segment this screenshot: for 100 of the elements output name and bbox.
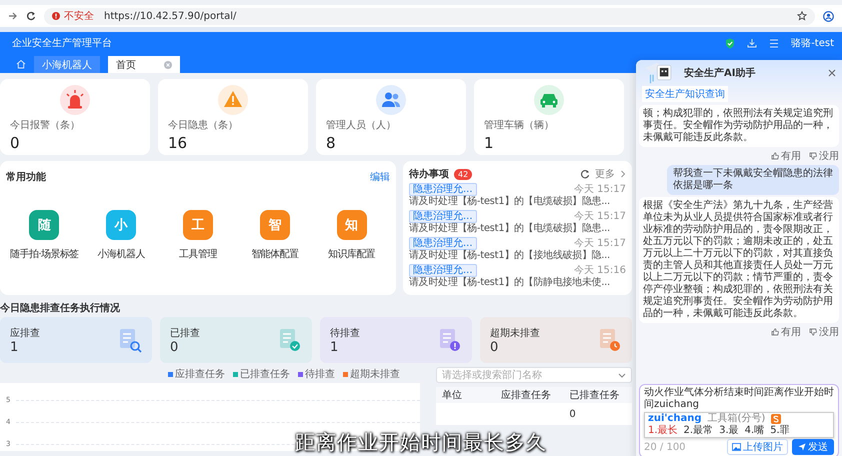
ime-candidate[interactable]: 3.最 <box>719 425 739 437</box>
unhelpful-button[interactable]: 没用 <box>809 149 839 163</box>
app-label[interactable]: 智能体配置 <box>251 247 298 261</box>
reload-icon[interactable] <box>26 11 36 21</box>
stat-value: 8 <box>326 134 336 152</box>
section-title: 今日隐患排查任务执行情况 <box>0 302 121 315</box>
status-value: 0 <box>170 340 180 354</box>
status-value: 1 <box>330 340 340 354</box>
stat-label: 管理人员（人） <box>326 119 396 132</box>
todo-tag: 隐患治理允... <box>409 210 477 223</box>
stat-label: 今日报警（条） <box>10 118 80 132</box>
todo-tag: 隐患治理允... <box>409 183 477 196</box>
image-icon <box>732 443 741 451</box>
refresh-icon[interactable] <box>580 169 590 179</box>
section-title: 待办事项 <box>409 168 449 181</box>
status-label: 超期未排查 <box>490 326 541 340</box>
bot-message: 根据《安全生产法》第九十九条，生产经营单位未为从业人员提供符合国家标准或者行业标准的劳动防护用品的，责令限期改正，处五万元以下的罚款；逾期未改正的，处五万元以上二十万元以下的罚款，对其直接负责的主管人员和其他直接责任人员处一万元以上二万元以下的罚款；情节严重的，责令停产停业整顿；构成犯罪的，依照刑法有关规定追究刑事责任。安全帽作为劳动防护用品的一种，未佩戴可能违反此条款。 <box>639 197 839 323</box>
status-value: 1 <box>10 340 20 354</box>
upload-image-button[interactable]: 上传图片 <box>727 439 788 455</box>
ime-candidate[interactable]: 5.罪 <box>770 425 790 437</box>
more-link[interactable]: 更多 <box>595 167 615 181</box>
user-message: 帮我查一下未佩戴安全帽隐患的法律依据是哪一条 <box>667 165 839 195</box>
column-header: 已排查任务 <box>568 388 620 402</box>
app-label[interactable]: 随手拍·场景标签 <box>10 247 79 261</box>
ime-candidate[interactable]: 1.最长 <box>648 425 678 437</box>
table-cell-text: 0 <box>568 408 577 420</box>
forward-icon[interactable] <box>8 11 18 21</box>
legend-label: 待排查 <box>305 368 335 381</box>
siren-icon <box>60 85 90 115</box>
todo-time: 今天 15:17 <box>574 238 626 250</box>
ime-candidate[interactable]: 2.最常 <box>684 425 714 437</box>
bot-message: 顿；构成犯罪的，依照刑法有关规定追究刑事责任。安全帽作为劳动防护用品的一种，未佩戴可能违反此条款。 <box>639 105 839 147</box>
subtitle-text: 距离作业开始时间最长多久 <box>295 430 547 454</box>
column-header: 应排查任务 <box>500 388 552 402</box>
send-icon <box>798 443 806 451</box>
todo-tag: 隐患治理允... <box>409 237 477 250</box>
tab[interactable]: 首页 <box>108 56 180 73</box>
status-label: 应排查 <box>10 326 41 340</box>
edit-link[interactable]: 编辑 <box>370 170 390 184</box>
pinyin-text: zui'chang <box>648 413 702 424</box>
status-value: 0 <box>490 340 500 354</box>
section-title: 常用功能 <box>6 170 46 184</box>
thumbs-down-icon <box>809 328 817 336</box>
thumbs-down-icon <box>809 152 817 160</box>
todo-time: 今天 15:17 <box>574 184 626 196</box>
url-text: https://10.42.57.90/portal/ <box>104 10 236 22</box>
message-input[interactable]: 动火作业气体分析结束时间距离作业开始时间zuichang zui'chang 工具箱(分号) 1.最长 2.最常 3.最 4.嘴 5.罪 20 / 100 上传图片 发送 <box>639 384 839 456</box>
todo-tag: 隐患治理允... <box>409 264 477 277</box>
home-icon[interactable] <box>16 58 26 68</box>
legend-label: 超期未排查 <box>350 368 400 381</box>
menu-icon[interactable] <box>769 38 780 48</box>
stat-label: 管理车辆（辆） <box>484 118 554 132</box>
caret-down-icon <box>618 372 626 378</box>
stat-label: 今日隐患（条） <box>168 118 238 132</box>
helpful-button[interactable]: 有用 <box>771 325 801 339</box>
assistant-title: 安全生产AI助手 <box>684 66 756 80</box>
app-label[interactable]: 知识库配置 <box>328 247 376 261</box>
app-title: 企业安全生产管理平台 <box>12 36 112 50</box>
shield-icon[interactable] <box>725 38 736 48</box>
app-tile[interactable]: 随 <box>29 210 60 240</box>
todo-text[interactable]: 请及时处理【杨-test1】的【防静电接地未使... <box>409 277 626 289</box>
download-icon[interactable] <box>747 38 758 48</box>
quick-link[interactable]: 安全生产知识查询 <box>642 86 728 102</box>
ime-candidate[interactable]: 4.嘴 <box>744 425 764 437</box>
legend-label: 应排查任务 <box>175 368 225 381</box>
warning-icon <box>52 12 60 20</box>
status-label: 待排查 <box>330 326 361 340</box>
car-icon <box>534 85 564 115</box>
todo-text[interactable]: 请及时处理【杨-test1】的【电缆破损】隐患... <box>409 196 626 208</box>
todo-text[interactable]: 请及时处理【杨-test1】的【接地线破损】隐... <box>409 250 626 262</box>
close-icon[interactable] <box>828 69 836 77</box>
star-icon[interactable] <box>797 11 807 21</box>
count-badge: 42 <box>454 168 472 180</box>
unhelpful-button[interactable]: 没用 <box>809 325 839 339</box>
chevron-right-icon[interactable] <box>620 170 626 178</box>
status-label: 已排查 <box>170 326 201 340</box>
thumbs-up-icon <box>771 328 779 336</box>
send-button[interactable]: 发送 <box>792 439 834 455</box>
address-bar[interactable]: 不安全 https://10.42.57.90/portal/ <box>44 8 815 24</box>
todo-text[interactable]: 请及时处理【杨-test1】的【电缆破损】隐患... <box>409 223 626 235</box>
security-label: 不安全 <box>64 10 94 23</box>
warning-icon <box>218 85 248 115</box>
stat-value: 0 <box>10 134 20 152</box>
character-counter: 20 / 100 <box>644 442 687 452</box>
column-header: 单位 <box>441 388 463 402</box>
app-label[interactable]: 工具管理 <box>179 247 217 261</box>
stat-value: 16 <box>168 134 188 152</box>
toolbox-hint: 工具箱(分号) <box>708 413 766 424</box>
tab[interactable]: 小海机器人 <box>34 56 100 73</box>
user-name[interactable]: 骆骆-test <box>791 36 834 50</box>
app-label[interactable]: 小海机器人 <box>98 247 145 261</box>
thumbs-up-icon <box>771 152 779 160</box>
legend-label: 已排查任务 <box>240 368 290 381</box>
todo-time: 今天 15:17 <box>574 210 626 222</box>
todo-time: 今天 15:16 <box>574 264 626 276</box>
stat-value: 1 <box>484 134 494 152</box>
helpful-button[interactable]: 有用 <box>771 149 801 163</box>
people-icon <box>376 85 406 115</box>
profile-icon[interactable] <box>823 10 834 22</box>
ime-icon <box>771 414 782 424</box>
